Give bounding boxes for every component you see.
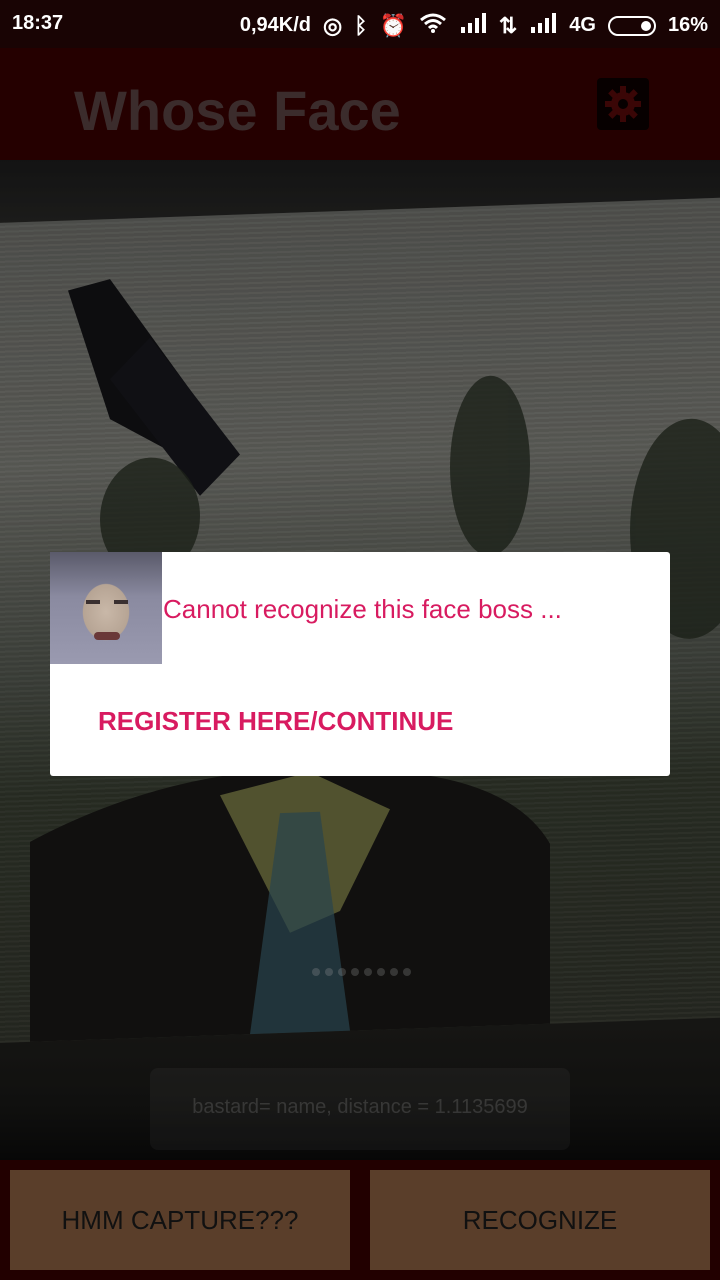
register-continue-button[interactable]: REGISTER HERE/CONTINUE <box>98 706 453 737</box>
hotspot-icon: ◎ <box>323 12 343 38</box>
status-bar: 18:37 0,94K/d ◎ ᛒ ⏰ ⇅ 4G 16% <box>0 0 720 48</box>
signal-icon <box>459 13 487 38</box>
battery-percent: 16% <box>667 14 708 36</box>
dialog-message: Cannot recognize this face boss ... <box>163 594 562 624</box>
network-type: 4G <box>569 14 596 36</box>
bottom-button-bar: HMM CAPTURE??? RECOGNIZE <box>0 1160 720 1280</box>
signal-icon <box>529 13 557 38</box>
data-arrows-icon: ⇅ <box>498 12 518 38</box>
capture-button[interactable]: HMM CAPTURE??? <box>10 1170 350 1270</box>
alarm-icon: ⏰ <box>379 12 407 38</box>
bluetooth-icon: ᛒ <box>354 12 368 38</box>
face-thumbnail <box>50 552 162 664</box>
status-time: 18:37 <box>12 12 64 34</box>
battery-icon <box>607 15 656 36</box>
status-icons: 0,94K/d ◎ ᛒ ⏰ ⇅ 4G 16% <box>240 12 708 39</box>
unrecognized-face-dialog: Cannot recognize this face boss ... REGI… <box>50 552 670 776</box>
wifi-icon <box>419 12 447 39</box>
recognize-button[interactable]: RECOGNIZE <box>370 1170 710 1270</box>
data-speed: 0,94K/d <box>239 14 312 36</box>
